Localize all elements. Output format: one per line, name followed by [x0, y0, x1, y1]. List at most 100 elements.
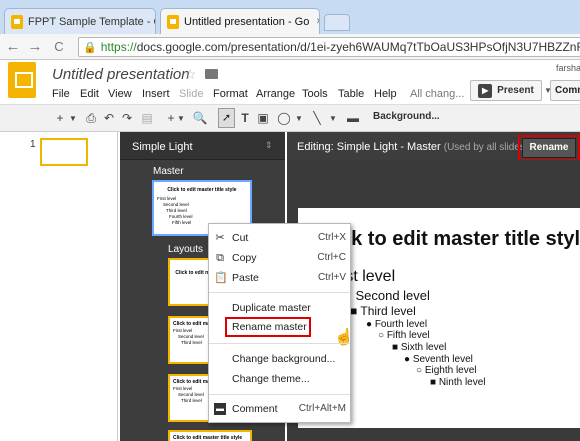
menu-separator — [209, 292, 350, 293]
level-2-text[interactable]: ○ Second level — [344, 288, 430, 303]
save-status[interactable]: All chang... — [410, 88, 464, 100]
level-bullet: ● — [366, 319, 375, 330]
comment-icon: ▬ — [214, 403, 226, 415]
level-4-text[interactable]: ● Fourth level — [366, 319, 427, 330]
new-tab-button[interactable] — [324, 14, 350, 31]
play-icon: ▶ — [478, 83, 493, 98]
redo-icon[interactable]: ↷ — [120, 110, 134, 127]
layout-thumbnail[interactable]: Click to edit master title style — [168, 430, 252, 441]
zoom-plus-icon[interactable]: + — [54, 110, 66, 127]
master-label: Master — [153, 166, 184, 177]
menu-item-change-background[interactable]: Change background... — [232, 353, 335, 365]
shape-icon[interactable]: ◯ — [276, 110, 292, 127]
shortcut-label: Ctrl+C — [317, 252, 346, 263]
menu-view[interactable]: View — [108, 88, 132, 100]
magnifier-icon[interactable]: 🔍 — [192, 110, 208, 127]
folder-icon[interactable] — [205, 69, 218, 79]
select-cursor-icon[interactable]: ➚ — [218, 108, 235, 128]
level-bullet: ■ — [392, 342, 401, 353]
level-9-text[interactable]: ■ Ninth level — [430, 377, 486, 388]
menu-slide[interactable]: Slide — [179, 88, 203, 100]
level-bullet: ○ — [378, 330, 387, 341]
layouts-label: Layouts — [168, 244, 204, 255]
chevron-down-icon[interactable]: ▼ — [294, 110, 304, 127]
shortcut-label: Ctrl+X — [317, 232, 346, 243]
present-label: Present — [497, 85, 534, 96]
comment-icon[interactable]: ▬ — [346, 110, 360, 127]
editing-title: Editing: Simple Light - Master — [297, 141, 441, 153]
menu-tools[interactable]: Tools — [302, 88, 328, 100]
menu-help[interactable]: Help — [374, 88, 397, 100]
menu-item-duplicate-master[interactable]: Duplicate master — [232, 302, 311, 314]
scissors-icon: ✂ — [215, 232, 225, 244]
level-bullet: ● — [404, 354, 413, 365]
tab-label: FPPT Sample Template - G — [28, 15, 156, 28]
chevron-down-icon[interactable]: ▼ — [68, 110, 78, 127]
menu-item-cut[interactable]: Cut — [232, 232, 248, 244]
tab-label: Untitled presentation - Go — [184, 15, 310, 28]
editing-subtitle: (Used by all slides) — [443, 142, 529, 153]
level-bullet: ■ — [350, 304, 361, 318]
paste-icon: 📋 — [214, 272, 228, 284]
menu-arrange[interactable]: Arrange — [256, 88, 295, 100]
slide-number: 1 — [30, 139, 36, 150]
menu-item-change-theme[interactable]: Change theme... — [232, 373, 310, 385]
thumb-title: Click to edit master title style — [167, 187, 237, 193]
menu-item-paste[interactable]: Paste — [232, 272, 259, 284]
menu-item-copy[interactable]: Copy — [232, 252, 257, 264]
menu-separator — [209, 343, 350, 344]
slide-thumbnail[interactable] — [40, 138, 88, 166]
image-icon[interactable]: ▣ — [256, 110, 270, 127]
forward-arrow-icon[interactable]: → — [26, 38, 44, 56]
highlight-box — [225, 317, 311, 337]
thumb-title: Click to edit master title style — [173, 435, 243, 441]
line-icon[interactable]: ╲ — [310, 110, 324, 127]
menu-format[interactable]: Format — [213, 88, 248, 100]
level-8-text[interactable]: ○ Eighth level — [416, 365, 477, 376]
menu-edit[interactable]: Edit — [80, 88, 99, 100]
copy-icon: ⧉ — [216, 252, 224, 264]
slides-logo-icon[interactable] — [8, 62, 36, 98]
slide-filmstrip — [0, 132, 118, 441]
sort-arrows-icon[interactable]: ⇕ — [265, 140, 273, 151]
address-bar[interactable]: 🔒 https://docs.google.com/presentation/d… — [78, 37, 580, 57]
comments-button[interactable]: Comm — [550, 80, 580, 101]
level-5-text[interactable]: ○ Fifth level — [378, 330, 430, 341]
level-bullet: ○ — [416, 365, 425, 376]
highlight-box — [518, 135, 580, 161]
level-7-text[interactable]: ● Seventh level — [404, 354, 473, 365]
user-name[interactable]: farsha — [556, 63, 580, 73]
slides-favicon-icon — [167, 14, 179, 29]
close-icon[interactable]: × — [316, 16, 319, 27]
browser-tab-fppt[interactable]: FPPT Sample Template - G × — [4, 8, 156, 34]
menu-item-comment[interactable]: Comment — [232, 403, 278, 415]
slide-title[interactable]: ck to edit master title styl — [340, 228, 580, 251]
url-scheme: https:// — [100, 40, 137, 54]
menu-file[interactable]: File — [52, 88, 70, 100]
menu-insert[interactable]: Insert — [142, 88, 170, 100]
print-icon[interactable]: ⎙ — [84, 110, 98, 127]
menu-separator — [209, 394, 350, 395]
slides-favicon-icon — [11, 14, 23, 29]
level-3-text[interactable]: ■ Third level — [350, 304, 416, 318]
document-title[interactable]: Untitled presentation — [52, 66, 190, 83]
back-arrow-icon[interactable]: ← — [4, 38, 22, 56]
level-6-text[interactable]: ■ Sixth level — [392, 342, 446, 353]
lock-icon: 🔒 — [83, 41, 97, 54]
shortcut-label: Ctrl+Alt+M — [298, 403, 346, 414]
text-box-icon[interactable]: T — [238, 110, 252, 127]
menu-table[interactable]: Table — [338, 88, 364, 100]
star-icon[interactable]: ☆ — [184, 66, 197, 83]
background-button[interactable]: Background... — [373, 111, 440, 122]
shortcut-label: Ctrl+V — [317, 272, 346, 283]
chevron-down-icon[interactable]: ▼ — [328, 110, 338, 127]
editing-label: Editing: Simple Light - Master (Used by … — [297, 141, 528, 153]
present-button[interactable]: ▶ Present — [470, 80, 542, 101]
url-text: docs.google.com/presentation/d/1ei-zyeh6… — [136, 40, 580, 54]
paint-format-icon[interactable]: ▤ — [140, 110, 154, 127]
browser-tab-untitled[interactable]: Untitled presentation - Go × — [160, 8, 320, 34]
theme-name[interactable]: Simple Light — [132, 141, 193, 153]
chevron-down-icon[interactable]: ▼ — [176, 110, 186, 127]
reload-icon[interactable]: C — [50, 38, 68, 56]
undo-icon[interactable]: ↶ — [102, 110, 116, 127]
